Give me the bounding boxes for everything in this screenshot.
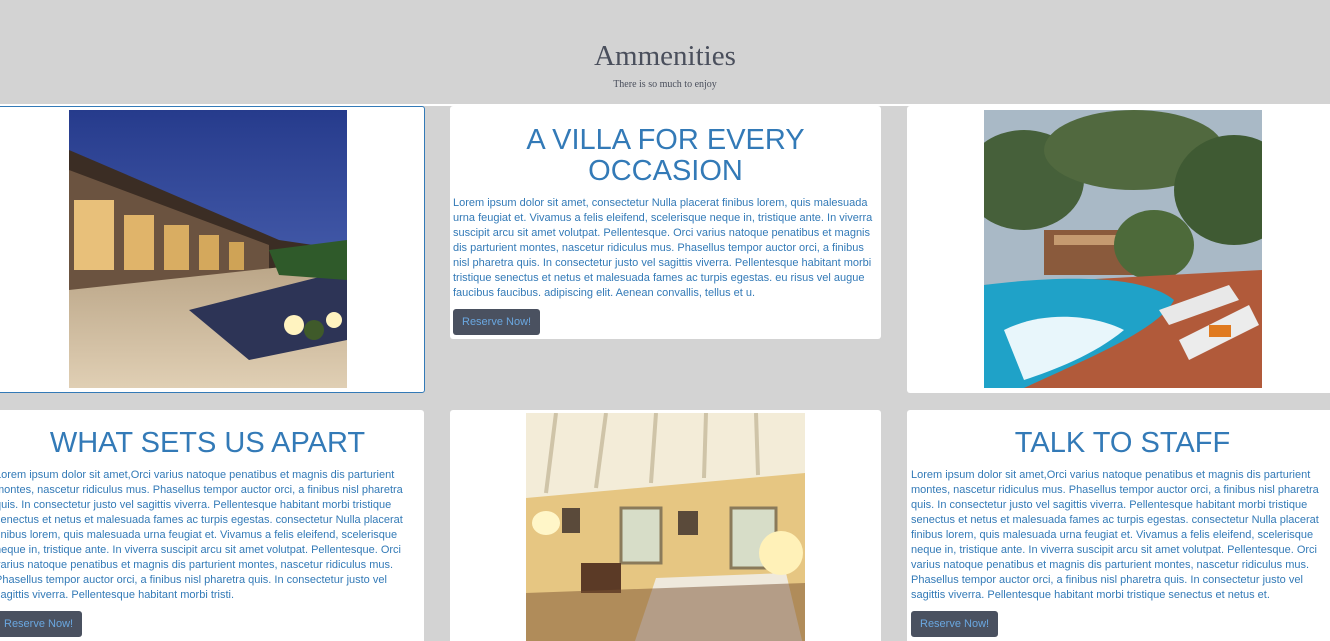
apart-reserve-button[interactable]: Reserve Now! <box>0 611 83 637</box>
villa-reserve-button[interactable]: Reserve Now! <box>453 309 541 335</box>
section-title: Ammenities <box>594 40 736 72</box>
villa-info-card: A VILLA FOR EVERY OCCASION Lorem ipsum d… <box>450 106 881 339</box>
bedroom-image <box>526 413 805 641</box>
pool-photo-card[interactable] <box>907 106 1330 393</box>
apart-description: Lorem ipsum dolor sit amet,Orci varius n… <box>0 469 403 601</box>
section-header: Ammenities There is so much to enjoy <box>0 0 1330 104</box>
villa-terrace-image <box>69 110 347 388</box>
apart-info-card: WHAT SETS US APART Lorem ipsum dolor sit… <box>0 410 424 641</box>
villa-heading: A VILLA FOR EVERY OCCASION <box>526 124 805 187</box>
apart-heading: WHAT SETS US APART <box>49 427 366 459</box>
villa-description: Lorem ipsum dolor sit amet, consectetur … <box>453 197 873 299</box>
bedroom-photo-card[interactable] <box>450 410 881 641</box>
terrace-photo-card[interactable] <box>0 106 425 393</box>
staff-reserve-button[interactable]: Reserve Now! <box>911 611 999 637</box>
pool-garden-image <box>984 110 1262 388</box>
staff-heading: TALK TO STAFF <box>1014 427 1231 459</box>
staff-description: Lorem ipsum dolor sit amet,Orci varius n… <box>911 469 1319 601</box>
staff-info-card: TALK TO STAFF Lorem ipsum dolor sit amet… <box>907 410 1330 641</box>
section-subtitle: There is so much to enjoy <box>613 79 717 90</box>
